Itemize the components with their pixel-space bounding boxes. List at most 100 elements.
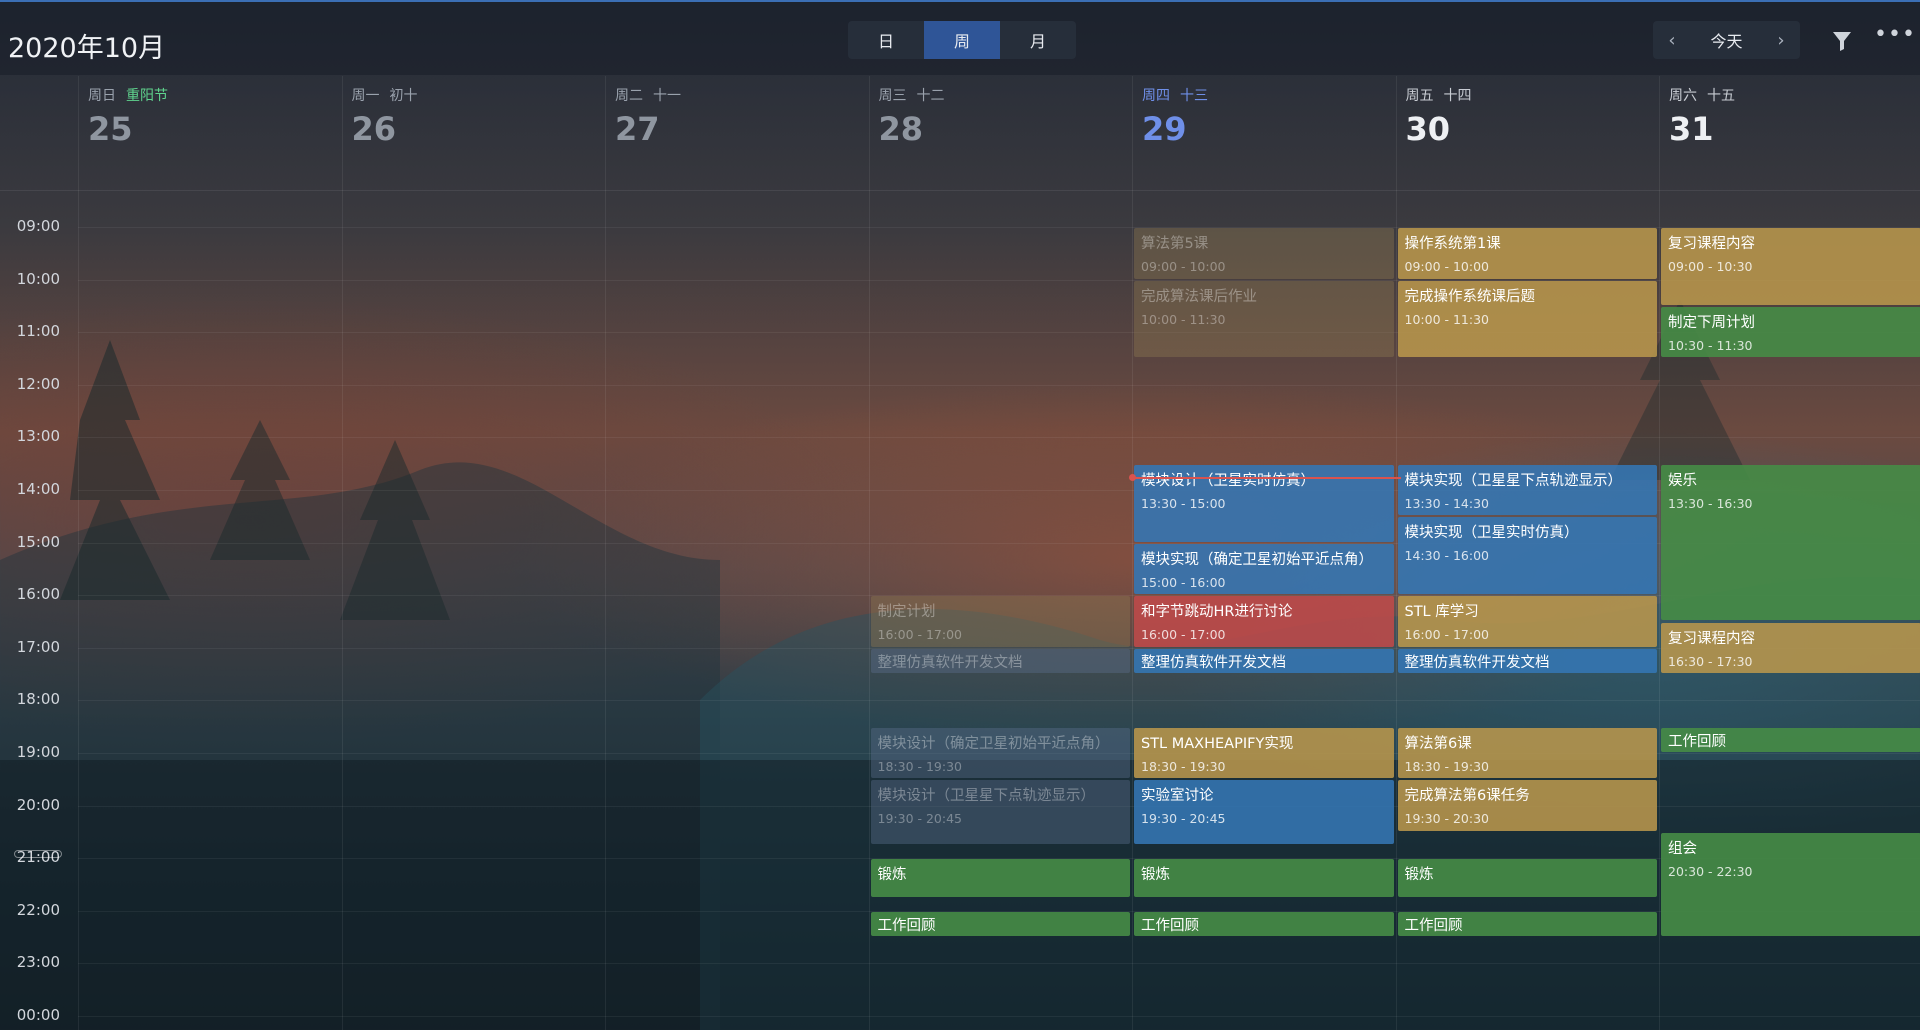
event-time: 13:30 - 16:30 [1668, 495, 1753, 511]
hour-label: 00:00 [16, 1006, 60, 1024]
event-title: 和字节跳动HR进行讨论 [1141, 604, 1293, 621]
event-time: 16:00 - 17:00 [877, 627, 963, 643]
calendar-event[interactable]: 算法第5课 09:00 - 10:00 [1134, 228, 1394, 279]
calendar-event[interactable]: STL 库学习 16:00 - 17:00 [1397, 596, 1657, 647]
calendar-event[interactable]: 工作回顾 [1661, 727, 1920, 752]
lunar-date: 十三 [1180, 88, 1208, 104]
day-header[interactable]: 周五 十四 30 [1396, 76, 1659, 190]
day-header[interactable]: 周三 十二 28 [869, 76, 1132, 190]
calendar-event[interactable]: 复习课程内容 16:30 - 17:30 [1661, 622, 1920, 674]
hour-label: 12:00 [16, 374, 60, 393]
calendar-event[interactable]: 整理仿真软件开发文档 [1134, 648, 1394, 674]
event-title: 模块实现（确定卫星初始平近点角） [1141, 551, 1373, 568]
hour-label: 15:00 [16, 532, 60, 551]
event-title: 娱乐 [1668, 472, 1697, 489]
calendar-event[interactable]: 模块设计（卫星星下点轨迹显示） 19:30 - 20:45 [870, 780, 1130, 845]
calendar-event[interactable]: 娱乐 13:30 - 16:30 [1661, 464, 1920, 621]
day-of-week: 周一 初十 [352, 85, 418, 105]
hour-label: 22:00 [16, 900, 60, 919]
calendar-event[interactable]: 复习课程内容 09:00 - 10:30 [1661, 228, 1920, 305]
view-day-tab[interactable]: 日 [848, 21, 924, 59]
calendar-event[interactable]: 算法第6课 18:30 - 19:30 [1397, 727, 1657, 779]
view-week-tab[interactable]: 周 [924, 21, 1000, 59]
calendar-event[interactable]: STL MAXHEAPIFY实现 18:30 - 19:30 [1134, 727, 1394, 779]
event-title: 完成算法课后作业 [1141, 288, 1257, 305]
event-title: 锻炼 [1404, 867, 1434, 884]
calendar-event[interactable]: 完成操作系统课后题 10:00 - 11:30 [1397, 280, 1657, 358]
calendar-event[interactable]: 工作回顾 [1134, 911, 1394, 937]
event-time: 19:30 - 20:30 [1404, 811, 1490, 827]
hour-gridline [78, 1016, 1920, 1017]
calendar-event[interactable]: 锻炼 [1397, 859, 1657, 897]
column-divider [868, 76, 870, 1030]
day-header[interactable]: 周六 十五 31 [1659, 76, 1920, 190]
event-time: 09:00 - 10:00 [1404, 259, 1490, 274]
day-number: 28 [878, 110, 924, 148]
event-time: 14:30 - 16:00 [1404, 548, 1490, 564]
event-title: 操作系统第1课 [1404, 236, 1501, 252]
chevron-right-icon[interactable]: › [1762, 21, 1800, 59]
calendar-event[interactable]: 工作回顾 [870, 911, 1130, 937]
day-of-week: 周六 十五 [1669, 85, 1735, 105]
event-time: 16:00 - 17:00 [1141, 627, 1226, 643]
event-time: 18:30 - 19:30 [1141, 758, 1226, 774]
hour-gridline [78, 384, 1920, 386]
hour-label: 11:00 [16, 322, 60, 341]
calendar-event[interactable]: 完成算法第6课任务 19:30 - 20:30 [1397, 780, 1657, 831]
event-title: 复习课程内容 [1668, 630, 1755, 647]
event-time: 19:30 - 20:45 [877, 811, 963, 827]
calendar-event[interactable]: 工作回顾 [1397, 911, 1657, 937]
calendar-event[interactable]: 模块实现（卫星星下点轨迹显示） 13:30 - 14:30 [1397, 464, 1657, 516]
day-of-week: 周五 十四 [1406, 85, 1472, 105]
calendar-event[interactable]: 锻炼 [870, 859, 1130, 897]
event-title: 完成操作系统课后题 [1404, 288, 1536, 305]
today-button[interactable]: 今天 [1691, 28, 1762, 52]
event-title: 复习课程内容 [1668, 236, 1755, 252]
more-icon[interactable]: ••• [1874, 24, 1915, 50]
calendar-event[interactable]: 整理仿真软件开发文档 [1397, 648, 1657, 674]
calendar-event[interactable]: 锻炼 [1134, 859, 1394, 897]
calendar-event[interactable]: 模块设计（确定卫星初始平近点角） 18:30 - 19:30 [870, 727, 1130, 779]
column-divider [1659, 76, 1660, 1030]
event-title: 组会 [1668, 840, 1697, 857]
event-title: 完成算法第6课任务 [1404, 788, 1530, 805]
event-title: 整理仿真软件开发文档 [1404, 654, 1550, 671]
calendar-event[interactable]: 制定下周计划 10:30 - 11:30 [1661, 306, 1920, 358]
event-time: 15:00 - 16:00 [1141, 574, 1226, 590]
calendar-event[interactable]: 实验室讨论 19:30 - 20:45 [1134, 780, 1394, 845]
lunar-date: 十二 [916, 88, 945, 104]
calendar-event[interactable]: 模块实现（卫星实时仿真） 14:30 - 16:00 [1397, 517, 1657, 595]
day-header[interactable]: 周四 十三 29 [1132, 76, 1395, 190]
event-title: 模块实现（卫星星下点轨迹显示） [1404, 472, 1623, 489]
event-title: 锻炼 [877, 867, 907, 884]
chevron-left-icon[interactable]: ‹ [1653, 21, 1691, 59]
filter-icon[interactable] [1831, 30, 1853, 52]
event-time: 10:00 - 11:30 [1141, 311, 1226, 327]
day-number: 26 [351, 110, 397, 148]
day-number: 27 [615, 110, 660, 148]
weekday-label: 周三 [878, 88, 907, 104]
weekday-label: 周四 [1142, 88, 1170, 104]
view-month-tab[interactable]: 月 [1000, 21, 1076, 59]
calendar-event[interactable]: 完成算法课后作业 10:00 - 11:30 [1134, 280, 1394, 358]
calendar-event[interactable]: 和字节跳动HR进行讨论 16:00 - 17:00 [1134, 596, 1394, 647]
weekday-label: 周日 [88, 88, 116, 104]
event-title: 工作回顾 [1668, 733, 1726, 750]
day-header[interactable]: 周日 重阳节 25 [78, 76, 341, 190]
calendar-event[interactable]: 组会 20:30 - 22:30 [1661, 832, 1920, 937]
calendar-event[interactable]: 整理仿真软件开发文档 [870, 648, 1130, 674]
event-title: STL 库学习 [1404, 604, 1479, 621]
event-title: 整理仿真软件开发文档 [1141, 654, 1286, 671]
day-header[interactable]: 周一 初十 26 [342, 76, 605, 190]
lunar-date: 初十 [389, 88, 418, 104]
column-divider [1395, 76, 1397, 1030]
hour-label: 10:00 [16, 269, 60, 288]
day-of-week: 周日 重阳节 [88, 85, 168, 105]
day-header[interactable]: 周二 十一 27 [605, 76, 868, 190]
column-divider [78, 76, 79, 1030]
scroll-handle[interactable] [14, 850, 62, 858]
calendar-event[interactable]: 操作系统第1课 09:00 - 10:00 [1397, 228, 1657, 279]
weekday-label: 周六 [1669, 88, 1697, 104]
calendar-event[interactable]: 制定计划 16:00 - 17:00 [870, 596, 1130, 647]
calendar-event[interactable]: 模块实现（确定卫星初始平近点角） 15:00 - 16:00 [1134, 543, 1394, 595]
